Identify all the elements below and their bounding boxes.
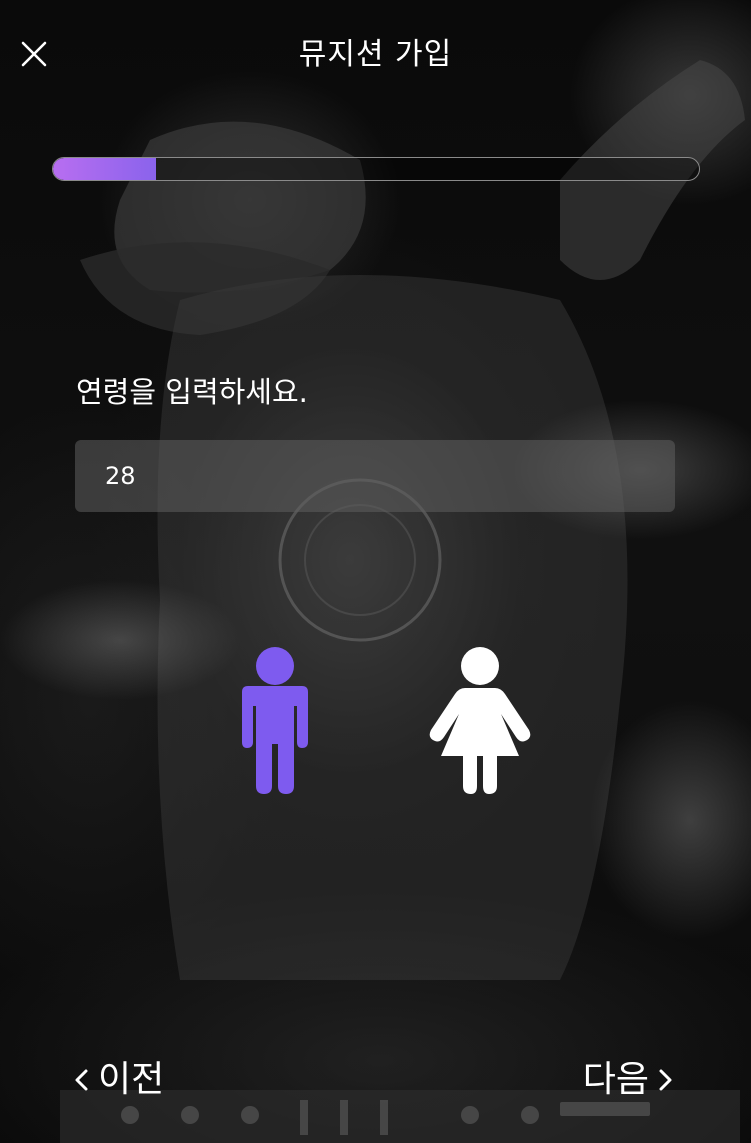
signup-progress-bar [52,157,700,181]
gender-female-option[interactable] [425,646,535,796]
chevron-right-icon [659,1069,672,1091]
prev-button-label: 이전 [98,1059,165,1100]
page-title: 뮤지션 가입 [298,37,453,72]
chevron-left-icon [75,1069,88,1091]
gender-male-option[interactable] [228,646,322,796]
prev-button[interactable]: 이전 [72,1052,164,1108]
age-input[interactable]: 28 [75,440,675,512]
next-button-label: 다음 [582,1059,649,1100]
progress-fill [53,158,157,180]
age-prompt-label: 연령을 입력하세요. [76,375,308,409]
female-icon [429,647,531,794]
next-button[interactable]: 다음 [583,1052,675,1108]
male-icon [242,647,308,794]
signup-screen: 뮤지션 가입 연령을 입력하세요. 28 이전 다음 [0,0,751,1143]
